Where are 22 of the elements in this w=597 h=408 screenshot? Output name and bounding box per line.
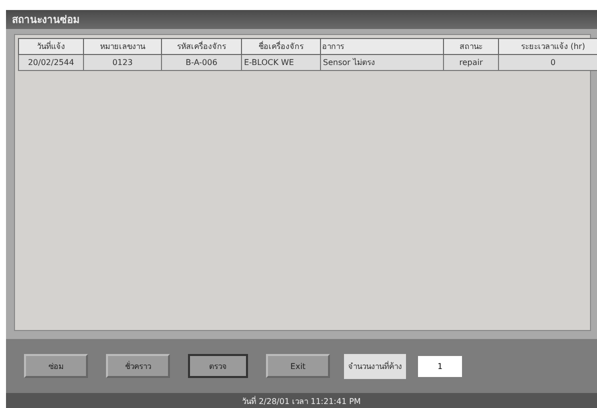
- column-header[interactable]: สถานะ: [444, 38, 498, 54]
- pending-count-label: จำนวนงานที่ค้าง: [344, 354, 406, 379]
- pending-count-field: 1: [418, 356, 462, 377]
- table-cell: 20/02/2544: [18, 54, 84, 70]
- table-cell: E-BLOCK WE: [242, 54, 320, 70]
- window-title: สถานะงานซ่อม: [6, 10, 597, 29]
- column-header[interactable]: ชื่อเครื่องจักร: [242, 38, 320, 54]
- column-header[interactable]: วันที่แจ้ง: [18, 38, 84, 54]
- status-bar: วันที่ 2/28/01 เวลา 11:21:41 PM: [6, 393, 597, 408]
- column-header[interactable]: ระยะเวลาแจ้ง (hr): [498, 38, 597, 54]
- table-cell: 0: [498, 54, 597, 70]
- table-cell: Sensor ไม่ตรง: [320, 54, 444, 70]
- action-button[interactable]: ตรวจ: [188, 354, 248, 378]
- action-button[interactable]: ชั่วคราว: [106, 354, 170, 378]
- column-header[interactable]: รหัสเครื่องจักร: [162, 38, 242, 54]
- action-button[interactable]: Exit: [266, 354, 330, 378]
- table-cell: repair: [444, 54, 498, 70]
- table-cell: B-A-006: [162, 54, 242, 70]
- column-header[interactable]: หมายเลขงาน: [84, 38, 162, 54]
- table-cell: 0123: [84, 54, 162, 70]
- action-button[interactable]: ซ่อม: [24, 354, 88, 378]
- column-header[interactable]: อาการ: [320, 38, 444, 54]
